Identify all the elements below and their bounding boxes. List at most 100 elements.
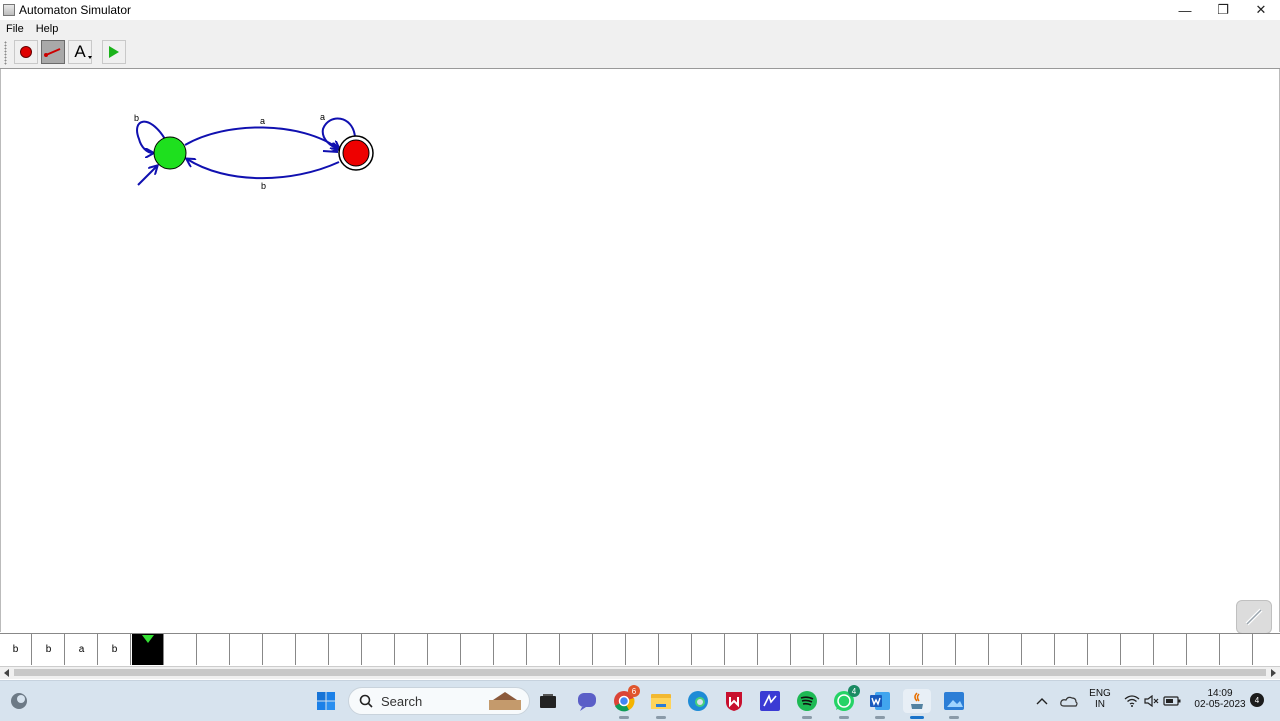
active-indicator (910, 716, 924, 719)
photos-app-icon[interactable] (942, 689, 966, 719)
notification-center-badge[interactable]: 4 (1250, 693, 1264, 707)
text-tool-button[interactable]: A (68, 40, 93, 64)
taskbar-search-box[interactable]: Search (348, 687, 530, 715)
tape-cell[interactable] (891, 634, 923, 665)
transition-label-q0-q1: a (260, 116, 265, 126)
clock-date: 02-05-2023 (1194, 699, 1246, 710)
horizontal-scrollbar[interactable] (0, 666, 1280, 679)
edge-icon[interactable] (686, 689, 710, 713)
toolbar-grip[interactable] (4, 41, 7, 65)
whatsapp-notification-badge: 4 (848, 685, 860, 697)
running-indicator (875, 716, 885, 719)
tape-cell[interactable] (660, 634, 692, 665)
add-state-button[interactable] (14, 40, 38, 64)
tape-cell[interactable] (363, 634, 395, 665)
chrome-icon[interactable]: 6 (612, 685, 640, 719)
tape-cell[interactable] (231, 634, 263, 665)
automaton-canvas[interactable]: b a a b (0, 69, 1280, 632)
battery-icon[interactable] (1160, 689, 1184, 713)
scrollbar-thumb[interactable] (14, 669, 1266, 676)
tape-cell[interactable] (627, 634, 659, 665)
tape-cell[interactable] (264, 634, 296, 665)
text-tool-label: A (74, 42, 93, 61)
tape-cell[interactable] (1221, 634, 1253, 665)
tape-cell[interactable]: b (0, 634, 32, 665)
running-indicator (656, 716, 666, 719)
minimize-button[interactable]: — (1166, 0, 1204, 20)
transition-arrow-icon (44, 48, 61, 57)
word-icon[interactable] (868, 689, 892, 719)
tape-cell[interactable] (726, 634, 758, 665)
pen-tool-float-button[interactable] (1236, 600, 1272, 634)
tape-cell[interactable] (330, 634, 362, 665)
tape-cell[interactable] (1188, 634, 1220, 665)
red-dot-icon (20, 46, 32, 58)
restore-button[interactable]: ❐ (1204, 0, 1242, 20)
tape-cell[interactable]: a (66, 634, 98, 665)
transition-q1-q0 (187, 159, 340, 180)
tape-cell[interactable] (1023, 634, 1055, 665)
tape-cell[interactable]: b (99, 634, 131, 665)
search-placeholder: Search (381, 693, 423, 709)
run-button[interactable] (102, 40, 126, 64)
tape-cell[interactable] (825, 634, 857, 665)
toolbar: A (0, 37, 1280, 69)
spotify-icon[interactable] (795, 689, 819, 719)
tape-cell[interactable] (495, 634, 527, 665)
onedrive-cloud-icon[interactable] (1057, 689, 1081, 713)
state-q1[interactable] (342, 139, 370, 167)
tape-cell[interactable] (429, 634, 461, 665)
input-tape: b b a b (0, 633, 1280, 666)
tape-cell[interactable] (396, 634, 428, 665)
menu-help[interactable]: Help (30, 23, 65, 35)
scroll-right-arrow-icon[interactable] (1271, 669, 1276, 677)
whatsapp-icon[interactable]: 4 (832, 685, 860, 719)
pen-icon (1245, 608, 1263, 626)
running-indicator (802, 716, 812, 719)
language-indicator[interactable]: ENG IN (1086, 688, 1114, 710)
tape-cell[interactable] (1155, 634, 1187, 665)
teams-chat-icon[interactable] (575, 689, 599, 713)
running-indicator (619, 716, 629, 719)
menu-file[interactable]: File (0, 23, 30, 35)
tape-cell[interactable] (693, 634, 725, 665)
tape-cell[interactable] (297, 634, 329, 665)
transition-label-q1-q0: b (261, 181, 266, 191)
close-button[interactable]: ✕ (1242, 0, 1280, 20)
tape-cell[interactable] (1056, 634, 1088, 665)
tape-cell[interactable] (561, 634, 593, 665)
widgets-icon[interactable] (7, 689, 31, 713)
tape-cell[interactable] (990, 634, 1022, 665)
chrome-notification-badge: 6 (628, 685, 640, 697)
tape-cell[interactable] (759, 634, 791, 665)
tape-cell[interactable] (528, 634, 560, 665)
transition-label-q1-q1: a (320, 112, 325, 122)
window-controls: — ❐ ✕ (1166, 0, 1280, 20)
windows-start-icon[interactable] (314, 689, 338, 713)
tape-cell[interactable] (462, 634, 494, 665)
mcafee-icon[interactable] (722, 689, 746, 713)
notepad-app-icon[interactable] (758, 689, 782, 713)
java-app-taskbar-icon[interactable] (903, 689, 931, 719)
tape-cell[interactable] (165, 634, 197, 665)
tape-cell[interactable] (792, 634, 824, 665)
title-bar: Automaton Simulator — ❐ ✕ (0, 0, 1280, 20)
tape-head-cell[interactable] (132, 634, 164, 665)
add-transition-button[interactable] (41, 40, 65, 64)
tape-cell[interactable] (198, 634, 230, 665)
scroll-left-arrow-icon[interactable] (4, 669, 9, 677)
tape-cell[interactable] (594, 634, 626, 665)
tape-cell[interactable] (1122, 634, 1154, 665)
play-icon (109, 46, 119, 58)
task-view-icon[interactable] (536, 689, 560, 713)
loop-arrow-tail (322, 150, 339, 153)
clock[interactable]: 14:09 02-05-2023 (1186, 688, 1254, 710)
tape-cell[interactable]: b (33, 634, 65, 665)
tape-cell[interactable] (1089, 634, 1121, 665)
state-q0[interactable] (153, 136, 187, 170)
tape-cell[interactable] (924, 634, 956, 665)
file-explorer-icon[interactable] (649, 689, 673, 719)
tape-cell[interactable] (858, 634, 890, 665)
tape-cell[interactable] (957, 634, 989, 665)
show-hidden-icons-chevron-icon[interactable] (1030, 689, 1054, 713)
